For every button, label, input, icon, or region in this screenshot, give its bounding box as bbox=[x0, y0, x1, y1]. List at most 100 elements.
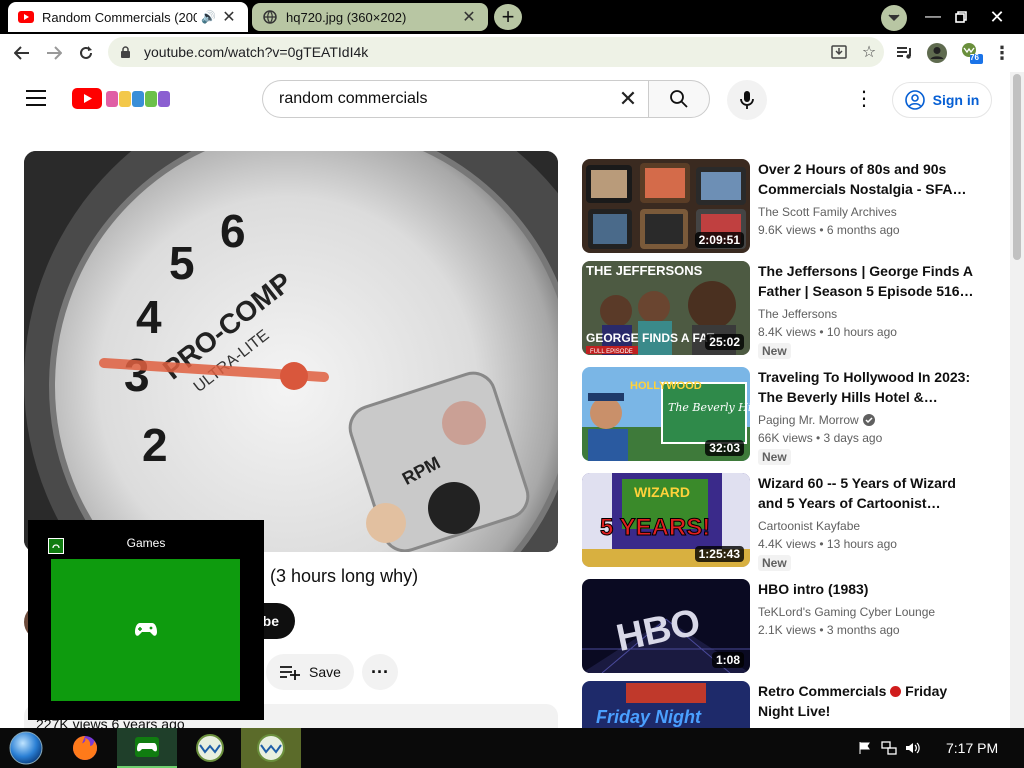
video-thumbnail[interactable]: THE JEFFERSONS GEORGE FINDS A FAT FULL E… bbox=[582, 261, 750, 355]
channel-name-row[interactable]: Paging Mr. Morrow bbox=[758, 411, 978, 429]
search-input[interactable]: random commercials ✕ bbox=[262, 80, 648, 118]
youtube-header: random commercials ✕ ⋮ Sign in bbox=[0, 72, 1010, 128]
network-icon[interactable] bbox=[880, 728, 898, 768]
thumb-text: GEORGE FINDS A FAT bbox=[586, 331, 715, 345]
bookmark-star-icon[interactable]: ☆ bbox=[854, 42, 884, 62]
youtube-play-icon bbox=[72, 88, 102, 109]
channel-name[interactable]: Paging Mr. Morrow bbox=[758, 411, 859, 429]
svg-text:4: 4 bbox=[136, 291, 162, 343]
taskbar-clock[interactable]: 7:17 PM bbox=[946, 740, 998, 756]
thumb-text: 5 YEARS! bbox=[600, 514, 710, 541]
channel-name[interactable]: The Jeffersons bbox=[758, 305, 978, 323]
related-video-item[interactable]: The Beverly Hills Hotel HOLLYWOOD 32:03 … bbox=[582, 367, 1002, 465]
browser-app-active-icon[interactable] bbox=[241, 728, 301, 768]
related-video-item[interactable]: HBO 1:08 HBO intro (1983) TeKLord's Gami… bbox=[582, 579, 1002, 675]
tachometer-video-frame: 2 3 4 5 6 PRO-COMP ULTRA-LITE RPM bbox=[24, 151, 558, 552]
profile-avatar-icon[interactable] bbox=[923, 39, 951, 67]
related-video-item[interactable]: WIZARD 5 YEARS! 1:25:43 Wizard 60 -- 5 Y… bbox=[582, 473, 1002, 571]
reload-icon[interactable] bbox=[72, 39, 100, 67]
new-tab-button[interactable]: + bbox=[494, 4, 522, 30]
games-overlay-window[interactable]: Games bbox=[28, 520, 264, 720]
new-badge: New bbox=[758, 343, 791, 359]
tab-hq720[interactable]: hq720.jpg (360×202) ✕ bbox=[252, 3, 488, 31]
games-preview-tile[interactable] bbox=[51, 559, 240, 701]
firefox-icon[interactable] bbox=[62, 728, 108, 768]
svg-text:6: 6 bbox=[220, 205, 246, 257]
thumb-text: FULL EPISODE bbox=[590, 349, 633, 355]
video-title[interactable]: The Jeffersons | George Finds A Father |… bbox=[758, 261, 978, 301]
video-stats: 8.4K views • 10 hours ago bbox=[758, 325, 897, 339]
sign-in-button[interactable]: Sign in bbox=[892, 82, 992, 118]
svg-text:2: 2 bbox=[142, 419, 168, 471]
start-orb-icon[interactable] bbox=[6, 728, 46, 768]
clear-search-icon[interactable]: ✕ bbox=[608, 86, 648, 112]
video-stats: 9.6K views • 6 months ago bbox=[758, 223, 900, 237]
tab-audio-icon[interactable]: 🔊 bbox=[201, 10, 216, 24]
video-meta: Retro Commercials Friday Night Live! bbox=[758, 681, 978, 721]
channel-name[interactable]: The Scott Family Archives bbox=[758, 203, 978, 221]
video-title[interactable]: Traveling To Hollywood In 2023: The Beve… bbox=[758, 367, 978, 407]
related-video-item[interactable]: 2:09:51 Over 2 Hours of 80s and 90s Comm… bbox=[582, 159, 1002, 255]
save-button[interactable]: Save bbox=[266, 654, 354, 690]
video-thumbnail[interactable]: HBO 1:08 bbox=[582, 579, 750, 673]
forward-arrow-icon[interactable] bbox=[40, 39, 68, 67]
close-window-icon[interactable]: ✕ bbox=[980, 0, 1014, 34]
duration-badge: 1:25:43 bbox=[694, 546, 744, 562]
more-actions-button[interactable]: ··· bbox=[362, 654, 398, 690]
channel-name[interactable]: TeKLord's Gaming Cyber Lounge bbox=[758, 603, 978, 621]
action-center-flag-icon[interactable] bbox=[856, 728, 874, 768]
red-circle-icon bbox=[890, 686, 902, 697]
video-title[interactable]: Wizard 60 -- 5 Years of Wizard and 5 Yea… bbox=[758, 473, 978, 513]
page-scrollbar[interactable] bbox=[1010, 72, 1024, 728]
address-bar[interactable]: youtube.com/watch?v=0gTEATIdI4k ☆ bbox=[108, 37, 884, 67]
lock-icon[interactable] bbox=[120, 45, 134, 59]
thumb-text: Friday Night bbox=[596, 707, 702, 727]
hamburger-menu-icon[interactable] bbox=[26, 90, 46, 111]
svg-text:3: 3 bbox=[124, 349, 150, 401]
url-text[interactable]: youtube.com/watch?v=0gTEATIdI4k bbox=[144, 44, 824, 60]
youtube-logo[interactable] bbox=[72, 88, 171, 109]
install-app-icon[interactable] bbox=[824, 44, 854, 60]
extension-icon[interactable]: 76 bbox=[957, 39, 985, 67]
back-arrow-icon[interactable] bbox=[8, 39, 36, 67]
tab-search-button[interactable] bbox=[881, 5, 907, 31]
video-thumbnail[interactable]: WIZARD 5 YEARS! 1:25:43 bbox=[582, 473, 750, 567]
video-title[interactable]: HBO intro (1983) bbox=[758, 579, 978, 599]
search-button[interactable] bbox=[648, 80, 710, 118]
gamepad-icon bbox=[134, 623, 157, 636]
tab-close-icon[interactable]: ✕ bbox=[460, 7, 478, 27]
thumb-text: The Beverly Hills Hotel bbox=[668, 401, 750, 414]
xbox-app-icon[interactable] bbox=[117, 728, 177, 768]
restore-icon[interactable] bbox=[944, 0, 978, 34]
save-label: Save bbox=[309, 664, 341, 680]
video-title[interactable]: Over 2 Hours of 80s and 90s Commercials … bbox=[758, 159, 978, 199]
voice-search-button[interactable] bbox=[727, 80, 767, 120]
verified-check-icon bbox=[862, 414, 875, 426]
video-thumbnail[interactable]: The Beverly Hills Hotel HOLLYWOOD 32:03 bbox=[582, 367, 750, 461]
tab-random-commercials[interactable]: Random Commercials (2007- 🔊 ✕ bbox=[8, 2, 248, 32]
video-title[interactable]: Retro Commercials Friday Night Live! bbox=[758, 681, 978, 721]
microphone-icon bbox=[740, 91, 754, 109]
tab-title: hq720.jpg (360×202) bbox=[286, 9, 407, 25]
tab-close-icon[interactable]: ✕ bbox=[220, 7, 238, 27]
search-query[interactable]: random commercials bbox=[279, 90, 608, 108]
duration-badge: 25:02 bbox=[705, 334, 744, 350]
channel-name[interactable]: Cartoonist Kayfabe bbox=[758, 517, 978, 535]
browser-tab-strip: Random Commercials (2007- 🔊 ✕ hq720.jpg … bbox=[0, 0, 1024, 34]
browser-app-icon[interactable] bbox=[184, 728, 236, 768]
globe-icon bbox=[262, 9, 278, 25]
scrollbar-thumb[interactable] bbox=[1013, 74, 1021, 260]
games-title: Games bbox=[126, 536, 166, 550]
media-control-icon[interactable] bbox=[891, 39, 919, 67]
duration-badge: 32:03 bbox=[705, 440, 744, 456]
chrome-menu-icon[interactable]: ⋮ bbox=[988, 39, 1016, 67]
related-video-item[interactable]: THE JEFFERSONS GEORGE FINDS A FAT FULL E… bbox=[582, 261, 1002, 359]
video-thumbnail[interactable]: Friday Night bbox=[582, 681, 750, 728]
volume-icon[interactable] bbox=[904, 728, 922, 768]
video-thumbnail[interactable]: 2:09:51 bbox=[582, 159, 750, 253]
related-video-item[interactable]: Friday Night Retro Commercials Friday Ni… bbox=[582, 681, 1002, 728]
playlist-add-icon bbox=[280, 666, 301, 680]
settings-menu-icon[interactable]: ⋮ bbox=[852, 88, 876, 112]
video-meta: HBO intro (1983) TeKLord's Gaming Cyber … bbox=[758, 579, 978, 639]
video-player[interactable]: 2 3 4 5 6 PRO-COMP ULTRA-LITE RPM bbox=[24, 151, 558, 552]
